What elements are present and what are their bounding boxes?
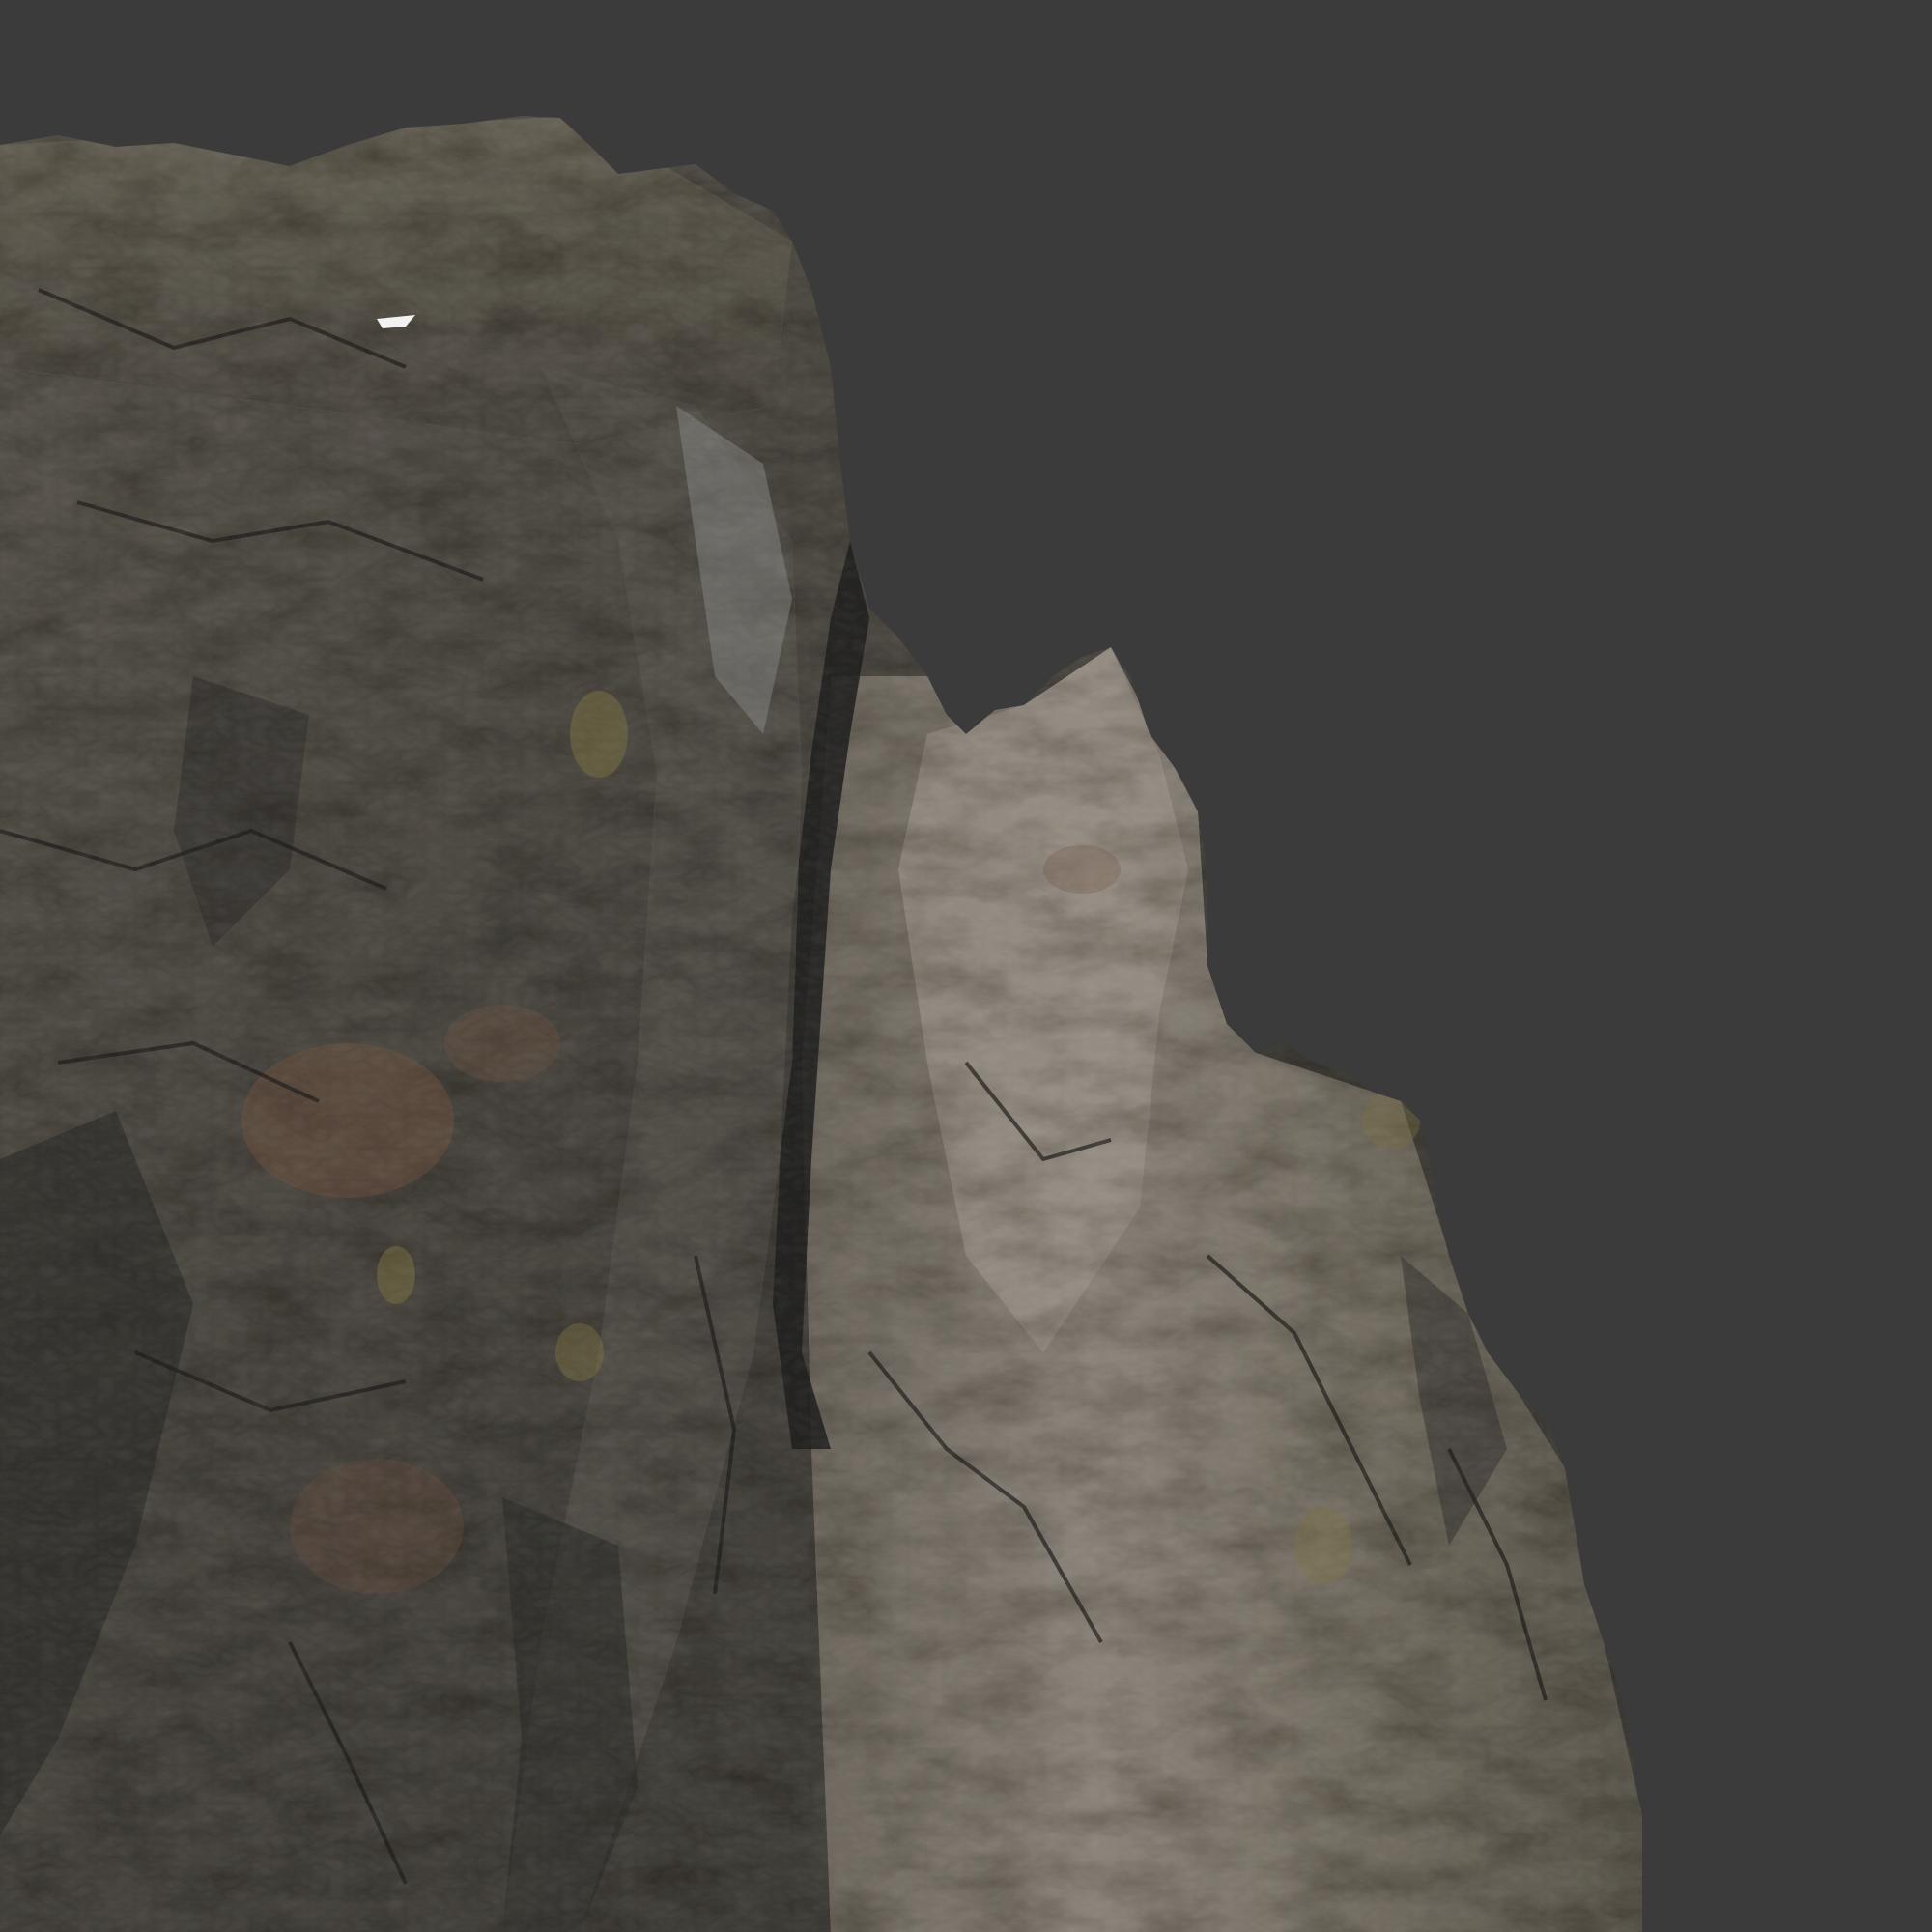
- rock-model-render: [0, 0, 1932, 1932]
- 3d-model-viewport[interactable]: [0, 0, 1932, 1932]
